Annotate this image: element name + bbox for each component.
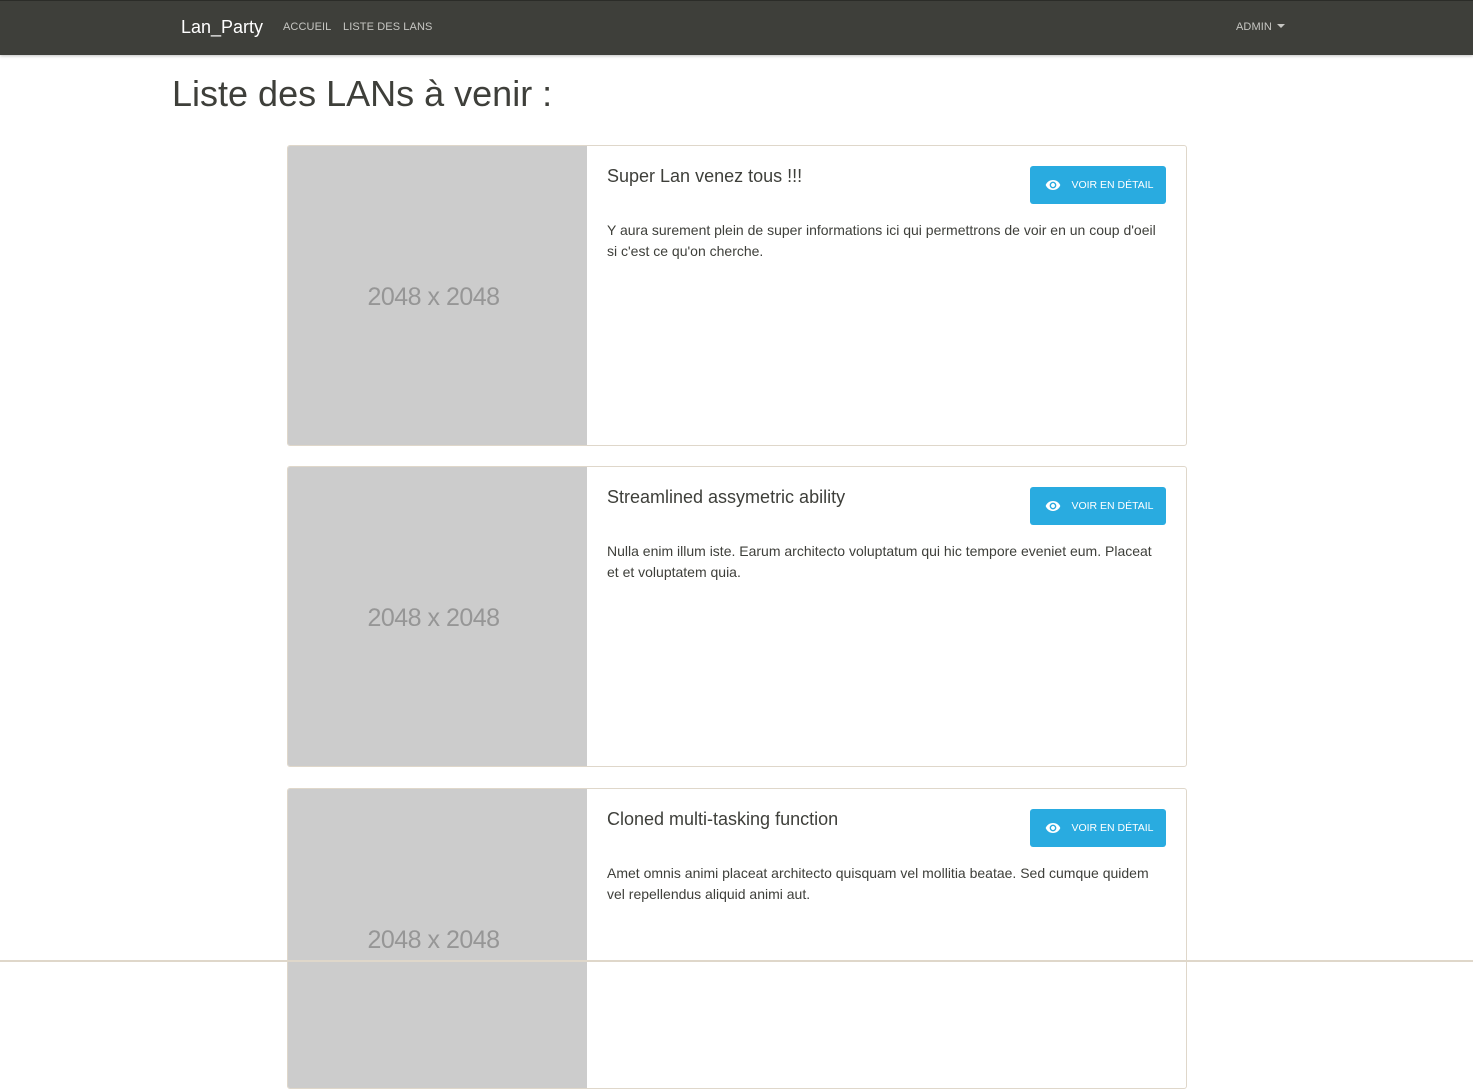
eye-icon [1046, 501, 1061, 511]
lan-image-placeholder: 2048 x 2048 [288, 789, 587, 1088]
lan-description: Nulla enim illum iste. Earum architecto … [607, 543, 1152, 580]
view-detail-button[interactable]: VOIR EN DÉTAIL [1030, 166, 1166, 204]
lan-card: 2048 x 2048 Streamlined assymetric abili… [287, 466, 1187, 767]
eye-icon [1046, 180, 1061, 190]
lan-title: Cloned multi-tasking function [607, 809, 839, 829]
lan-image-placeholder: 2048 x 2048 [288, 467, 587, 766]
user-menu-toggle[interactable]: ADMIN [1236, 21, 1285, 33]
lan-description: Amet omnis animi placeat architecto quis… [607, 865, 1149, 902]
image-placeholder-label: 2048 x 2048 [367, 283, 500, 311]
user-menu-label: ADMIN [1236, 21, 1272, 33]
view-detail-label: VOIR EN DÉTAIL [1071, 822, 1154, 834]
view-detail-button[interactable]: VOIR EN DÉTAIL [1030, 487, 1166, 525]
lan-title: Streamlined assymetric ability [607, 487, 846, 507]
chevron-down-icon [1276, 24, 1285, 28]
view-detail-label: VOIR EN DÉTAIL [1071, 179, 1154, 191]
page-title: Liste des LANs à venir : [172, 73, 553, 114]
image-placeholder-label: 2048 x 2048 [367, 604, 500, 632]
nav-link-accueil[interactable]: ACCUEIL [283, 21, 331, 33]
lan-card: 2048 x 2048 Super Lan venez tous !!! Y a… [287, 145, 1187, 446]
eye-icon [1046, 823, 1061, 833]
view-detail-button[interactable]: VOIR EN DÉTAIL [1030, 809, 1166, 847]
view-detail-label: VOIR EN DÉTAIL [1071, 500, 1154, 512]
lan-card: 2048 x 2048 Cloned multi-tasking functio… [287, 788, 1187, 1089]
image-placeholder-label: 2048 x 2048 [367, 926, 500, 954]
nav-link-liste-des-lans[interactable]: LISTE DES LANS [343, 21, 432, 33]
brand-link[interactable]: Lan_Party [181, 17, 263, 38]
navbar: Lan_Party ACCUEIL LISTE DES LANS ADMIN [0, 0, 1473, 55]
lan-image-placeholder: 2048 x 2048 [288, 146, 587, 445]
lan-title: Super Lan venez tous !!! [607, 166, 803, 186]
lan-description: Y aura surement plein de super informati… [607, 222, 1156, 259]
